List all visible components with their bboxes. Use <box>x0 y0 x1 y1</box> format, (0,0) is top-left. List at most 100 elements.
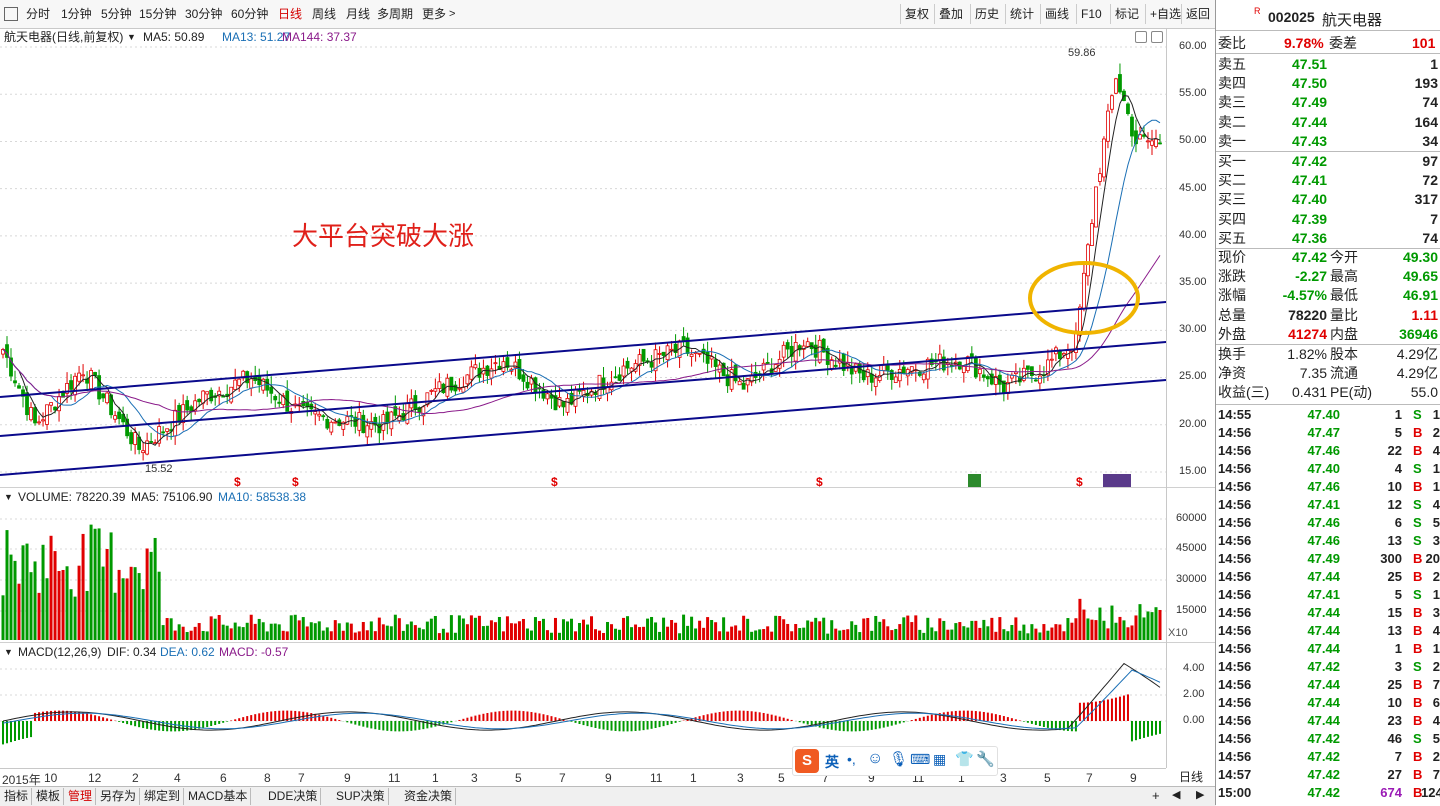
tick-time: 14:56 <box>1218 479 1252 494</box>
x10-label[interactable]: X10 <box>1168 627 1188 639</box>
keyboard-icon[interactable]: ⌨ <box>910 751 930 768</box>
period-tag[interactable]: 日线 <box>1167 769 1215 786</box>
toolbox-icon[interactable]: ▦ <box>933 751 946 768</box>
volume-bar <box>25 543 29 640</box>
emoji-icon[interactable]: ☺ <box>867 750 883 768</box>
period-tab[interactable]: 1分钟 <box>61 0 92 28</box>
indicator-tab[interactable]: SUP决策 <box>333 788 389 805</box>
skin-icon[interactable]: 👕 <box>955 750 974 768</box>
toolbar-button[interactable]: 统计 <box>1005 4 1038 24</box>
candle-body <box>637 354 642 366</box>
volume-bar <box>537 621 541 640</box>
volume-bar <box>309 622 313 640</box>
volume-bar <box>497 616 501 640</box>
indicator-tab[interactable]: 绑定到 <box>141 788 185 805</box>
tick-price: 47.49 <box>1307 551 1340 566</box>
candle-body <box>641 348 646 362</box>
candle-body <box>105 392 109 404</box>
tick-row: 14:56 47.44 1 B 1 <box>1216 640 1440 658</box>
tick-volume: 10 <box>1387 695 1402 710</box>
candle-body <box>673 343 678 354</box>
period-tab[interactable]: 15分钟 <box>139 0 176 28</box>
period-tab[interactable]: 周线 <box>312 0 336 28</box>
indicator-tab[interactable]: 模板 <box>33 788 65 805</box>
triangle-down-icon[interactable]: ▼ <box>127 29 136 45</box>
toolbar-button[interactable]: +自选 <box>1145 4 1185 24</box>
candle-body <box>713 359 718 367</box>
chevron-right-icon[interactable]: > <box>449 0 455 28</box>
volume-bar <box>405 624 409 640</box>
toolbar-button[interactable]: 标记 <box>1110 4 1143 24</box>
volume-bar <box>313 623 317 640</box>
buy-price: 47.40 <box>1292 191 1328 208</box>
candle-body <box>1017 376 1022 383</box>
period-tab[interactable]: 更多 <box>422 0 446 28</box>
candle-body <box>317 413 322 417</box>
indicator-tab[interactable]: 资金决策 <box>401 788 457 805</box>
candle-body <box>645 360 650 363</box>
stat-label: 涨幅 <box>1218 287 1246 304</box>
indicator-tab[interactable]: DDE决策 <box>265 788 322 805</box>
candle-body <box>633 363 638 372</box>
volume-bar <box>870 630 874 640</box>
triangle-down-icon[interactable]: ▼ <box>4 644 13 660</box>
arrow-right-icon[interactable]: ▶ <box>1196 788 1204 801</box>
microphone-icon[interactable]: 🎙 <box>889 750 908 768</box>
toolbar-button[interactable]: 画线 <box>1040 4 1073 24</box>
period-tab[interactable]: 多周期 <box>377 0 413 28</box>
period-tab[interactable]: 60分钟 <box>231 0 268 28</box>
candle-body <box>21 389 25 397</box>
stat-label: 最低 <box>1330 287 1358 304</box>
candle-body <box>729 369 734 390</box>
volume-bar <box>201 630 205 640</box>
volume-bar <box>1002 629 1006 640</box>
stat-value: -2.27 <box>1295 268 1327 285</box>
toolbar-button[interactable]: 历史 <box>970 4 1003 24</box>
indicator-tab[interactable]: 指标 <box>1 788 33 805</box>
tick-row: 14:56 47.46 6 S 5 <box>1216 514 1440 532</box>
window-icon[interactable] <box>4 7 18 21</box>
candle-body <box>453 384 458 392</box>
tick-count: 20 <box>1425 551 1440 566</box>
volume-bar <box>930 627 934 640</box>
buy-price: 47.41 <box>1292 172 1328 189</box>
candle-body <box>17 385 21 389</box>
arrow-left-icon[interactable]: ◀ <box>1172 788 1180 801</box>
period-tab[interactable]: 月线 <box>346 0 370 28</box>
period-tab[interactable]: 日线 <box>278 0 302 28</box>
indicator-tab[interactable]: 管理 <box>65 788 97 805</box>
volume-bar <box>101 566 105 640</box>
wrench-icon[interactable]: 🔧 <box>976 750 995 768</box>
ime-lang-label[interactable]: 英 <box>825 752 839 772</box>
candle-body <box>685 337 690 354</box>
volume-bar <box>730 626 734 640</box>
sogou-logo-icon[interactable]: S <box>795 749 819 773</box>
ime-toolbar[interactable]: S 英 •, ☺ 🎙 ⌨ ▦ 👕 🔧 <box>792 746 998 776</box>
sell-row: 卖五 47.51 1 <box>1216 55 1440 74</box>
volume-bar <box>770 631 774 640</box>
indicator-tab[interactable]: 另存为 <box>97 788 141 805</box>
punctuation-icon[interactable]: •, <box>847 751 856 767</box>
toolbar-button[interactable]: 返回 <box>1181 4 1214 24</box>
triangle-down-icon[interactable]: ▼ <box>4 489 13 505</box>
kline-chart[interactable]: $ $ $ $ $ <box>0 0 1216 786</box>
chart-option-icon[interactable] <box>1135 31 1147 43</box>
toolbar-button[interactable]: 叠加 <box>934 4 967 24</box>
candle-body <box>97 375 101 400</box>
indicator-tab[interactable]: MACD基本 <box>185 788 252 805</box>
toolbar-button[interactable]: F10 <box>1076 4 1106 24</box>
period-tab[interactable]: 分时 <box>26 0 50 28</box>
date-axis-label: 1 <box>432 771 439 785</box>
candle-body <box>61 391 65 398</box>
toolbar-button[interactable]: 复权 <box>900 4 933 24</box>
period-tab[interactable]: 30分钟 <box>185 0 222 28</box>
candle-body <box>745 378 750 386</box>
candle-body <box>1086 244 1090 277</box>
volume-bar <box>1110 605 1114 640</box>
tick-count: 3 <box>1432 605 1440 620</box>
add-tab-icon[interactable]: + <box>1152 788 1160 803</box>
price-axis-label: 25.00 <box>1179 370 1207 383</box>
chart-close-icon[interactable] <box>1151 31 1163 43</box>
period-tab[interactable]: 5分钟 <box>101 0 132 28</box>
candle-body <box>757 373 762 376</box>
